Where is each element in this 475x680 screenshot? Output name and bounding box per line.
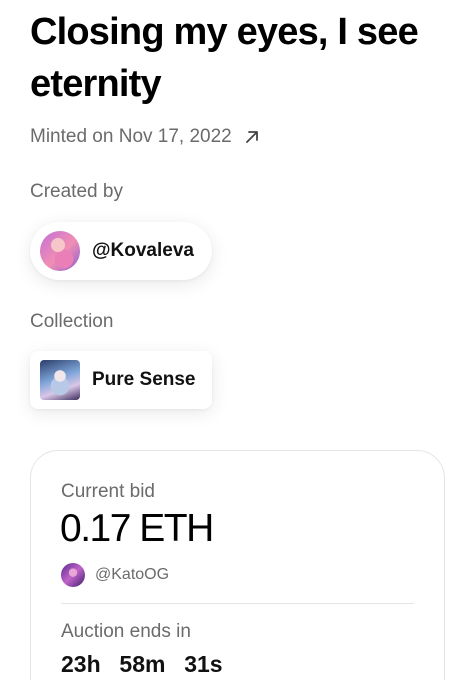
nft-detail-page: Closing my eyes, I see eternity Minted o… [0, 0, 475, 680]
current-bid-label: Current bid [61, 481, 155, 502]
current-bid-value: 0.17 ETH [60, 507, 214, 550]
created-by-label: Created by [30, 181, 123, 202]
bidder-link[interactable]: @KatoOG [61, 563, 169, 587]
bidder-avatar [61, 563, 85, 587]
creator-pill[interactable]: @Kovaleva [30, 222, 212, 280]
arrow-up-right-icon [245, 131, 258, 143]
collection-name: Pure Sense [92, 369, 196, 390]
bid-card: Current bid 0.17 ETH @KatoOG Auction end… [30, 450, 445, 680]
nft-title: Closing my eyes, I see eternity [30, 11, 419, 105]
creator-handle: @Kovaleva [92, 240, 194, 261]
divider [61, 603, 414, 604]
minted-date: Minted on Nov 17, 2022 [30, 126, 232, 147]
bidder-handle: @KatoOG [95, 566, 170, 583]
creator-avatar [40, 231, 80, 271]
collection-thumbnail [40, 360, 80, 400]
collection-label: Collection [30, 311, 114, 332]
minted-link[interactable]: Minted on Nov 17, 2022 [30, 126, 260, 148]
auction-ends-label: Auction ends in [61, 621, 191, 642]
auction-countdown: 23h 58m 31s [61, 651, 223, 677]
collection-pill[interactable]: Pure Sense [30, 351, 212, 409]
